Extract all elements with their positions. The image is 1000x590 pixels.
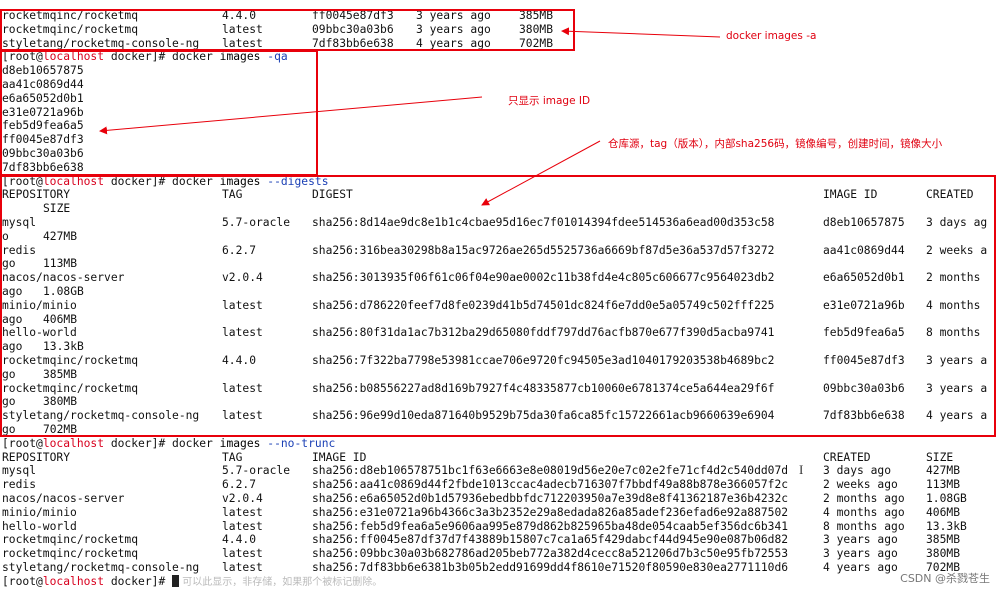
arrow-images-a — [561, 27, 721, 38]
annotation-images-a: docker images -a — [726, 30, 817, 42]
arrow-fields — [481, 140, 601, 206]
watermark: CSDN @杀戮苍生 — [900, 572, 990, 585]
annotation-arrows — [99, 27, 721, 206]
annotation-fields: 仓库源，tag（版本），内部sha256码，镜像编号，创建时间，镜像大小 — [608, 138, 943, 150]
text-cursor-icon: I — [799, 462, 804, 477]
annotation-only-ids: 只显示 image ID — [508, 95, 591, 107]
arrow-only-ids — [99, 96, 483, 135]
